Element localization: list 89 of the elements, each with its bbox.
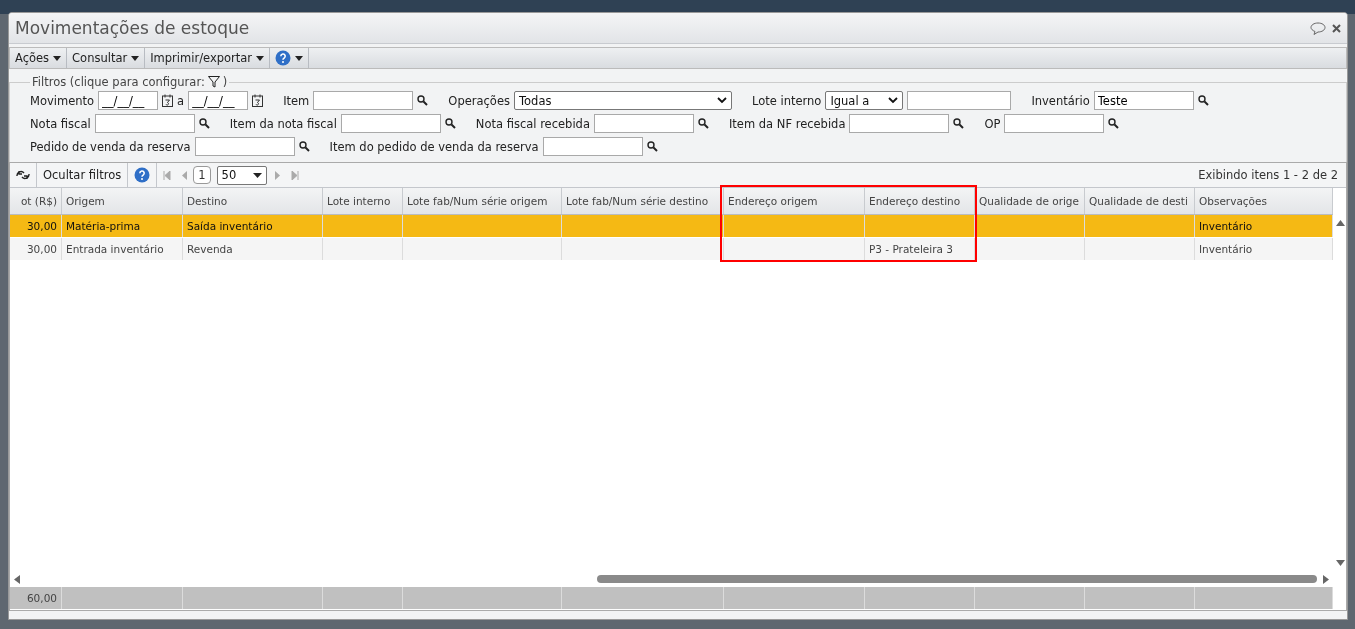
filter-label: Operações — [448, 93, 510, 108]
search-icon[interactable] — [444, 118, 456, 129]
table-cell: Inventário — [1195, 215, 1333, 237]
filter-label: Movimento — [30, 93, 95, 108]
filter-label: Pedido de venda da reserva — [30, 139, 191, 154]
range-separator: a — [177, 93, 185, 108]
table-cell: P3 - Prateleira 3 — [865, 238, 975, 260]
scroll-down-icon[interactable] — [1336, 560, 1345, 566]
refresh-icon — [16, 169, 30, 181]
filters-legend: Filtros (clique para configurar: — [32, 75, 205, 89]
page-number-field[interactable]: 1 — [193, 166, 211, 184]
date-field[interactable]: __/__/__ — [188, 91, 249, 110]
filter-label: Item da nota fiscal — [229, 116, 337, 131]
caret-icon — [252, 172, 262, 178]
column-header[interactable]: ot (R$) — [10, 188, 62, 214]
lookup-field[interactable] — [340, 114, 441, 133]
filter-label: Nota fiscal recebida — [475, 116, 590, 131]
date-field[interactable]: __/__/__ — [98, 91, 159, 110]
column-header[interactable]: Qualidade de orige — [975, 188, 1085, 214]
filter-label: Item — [283, 93, 310, 108]
scroll-left-icon[interactable] — [14, 574, 20, 584]
lookup-field[interactable] — [313, 91, 414, 110]
column-header[interactable]: Lote interno — [323, 188, 403, 214]
search-icon[interactable] — [1197, 95, 1209, 106]
column-header[interactable]: Endereço origem — [724, 188, 865, 214]
search-icon[interactable] — [417, 95, 429, 106]
filter-label: Lote interno — [751, 93, 822, 108]
hide-filters-button[interactable]: Ocultar filtros — [37, 163, 129, 187]
table-cell: Entrada inventário — [62, 238, 183, 260]
search-icon[interactable] — [697, 118, 709, 129]
chevron-down-icon[interactable] — [716, 97, 727, 104]
search-icon[interactable] — [953, 118, 965, 129]
lookup-field[interactable] — [194, 137, 295, 156]
search-icon[interactable] — [198, 118, 210, 129]
speech-bubble-icon[interactable] — [1310, 21, 1326, 35]
lookup-field[interactable] — [1004, 114, 1105, 133]
lookup-field[interactable] — [94, 114, 195, 133]
scroll-right-icon[interactable] — [1323, 574, 1329, 584]
lookup-field[interactable] — [542, 137, 643, 156]
page-size-select[interactable]: 50 — [216, 165, 267, 185]
filter-label: Inventário — [1031, 93, 1090, 108]
table-cell: Matéria-prima — [62, 215, 183, 237]
column-header[interactable]: Destino — [183, 188, 323, 214]
lot-field[interactable] — [907, 91, 1012, 110]
close-icon[interactable] — [1332, 23, 1341, 33]
search-icon[interactable] — [646, 141, 658, 152]
table-cell: 30,00 — [10, 215, 62, 237]
calendar-icon[interactable] — [162, 94, 174, 107]
column-header[interactable]: Qualidade de desti — [1085, 188, 1195, 214]
table-row[interactable]: 30,00 Entrada inventário Revenda P3 - Prateleira 3 Inventário — [10, 238, 1333, 261]
lookup-field[interactable] — [593, 114, 694, 133]
column-header[interactable]: Endereço destino — [865, 188, 975, 214]
table-row[interactable]: 30,00 Matéria-prima Saída inventário Inventário — [10, 215, 1333, 238]
comparison-select[interactable]: Igual a — [825, 91, 904, 110]
column-header[interactable]: Lote fab/Num série origem — [403, 188, 562, 214]
menu-button[interactable]: Ações — [10, 48, 68, 68]
help-icon[interactable] — [134, 167, 151, 183]
caret-icon — [295, 55, 304, 61]
table-cell: Inventário — [1195, 238, 1333, 260]
scroll-up-icon[interactable] — [1336, 220, 1345, 226]
legend-paren: ) — [222, 75, 228, 89]
column-header[interactable]: Lote fab/Num série destino — [562, 188, 724, 214]
search-icon[interactable] — [1108, 118, 1120, 129]
column-header[interactable]: Observações — [1195, 188, 1333, 214]
lookup-field[interactable] — [849, 114, 950, 133]
paging-status: Exibindo itens 1 - 2 de 2 — [1198, 168, 1339, 182]
menu-button[interactable]: Imprimir/exportar — [145, 48, 271, 68]
total-cell: 60,00 — [10, 587, 62, 609]
menu-button[interactable]: Consultar — [67, 48, 146, 68]
search-icon[interactable] — [298, 141, 310, 152]
chevron-down-icon[interactable] — [888, 97, 899, 104]
table-cell: 30,00 — [10, 238, 62, 260]
table-cell: Revenda — [183, 238, 323, 260]
calendar-icon[interactable] — [252, 94, 264, 107]
filter-label: Item do pedido de venda da reserva — [329, 139, 539, 154]
column-header[interactable]: Origem — [62, 188, 183, 214]
caret-icon — [256, 55, 265, 61]
table-cell: Saída inventário — [183, 215, 323, 237]
filter-icon[interactable] — [207, 76, 220, 88]
filter-label: OP — [984, 116, 1001, 131]
help-icon[interactable] — [275, 50, 292, 66]
filter-label: Nota fiscal — [30, 116, 91, 131]
operations-select[interactable]: Todas — [513, 91, 732, 110]
filter-label: Item da NF recebida — [728, 116, 846, 131]
scrollbar-thumb[interactable] — [597, 575, 1317, 583]
caret-icon — [53, 55, 62, 61]
window-title: Movimentações de estoque — [15, 18, 250, 38]
caret-icon — [131, 55, 140, 61]
lookup-field[interactable]: Teste — [1093, 91, 1194, 110]
